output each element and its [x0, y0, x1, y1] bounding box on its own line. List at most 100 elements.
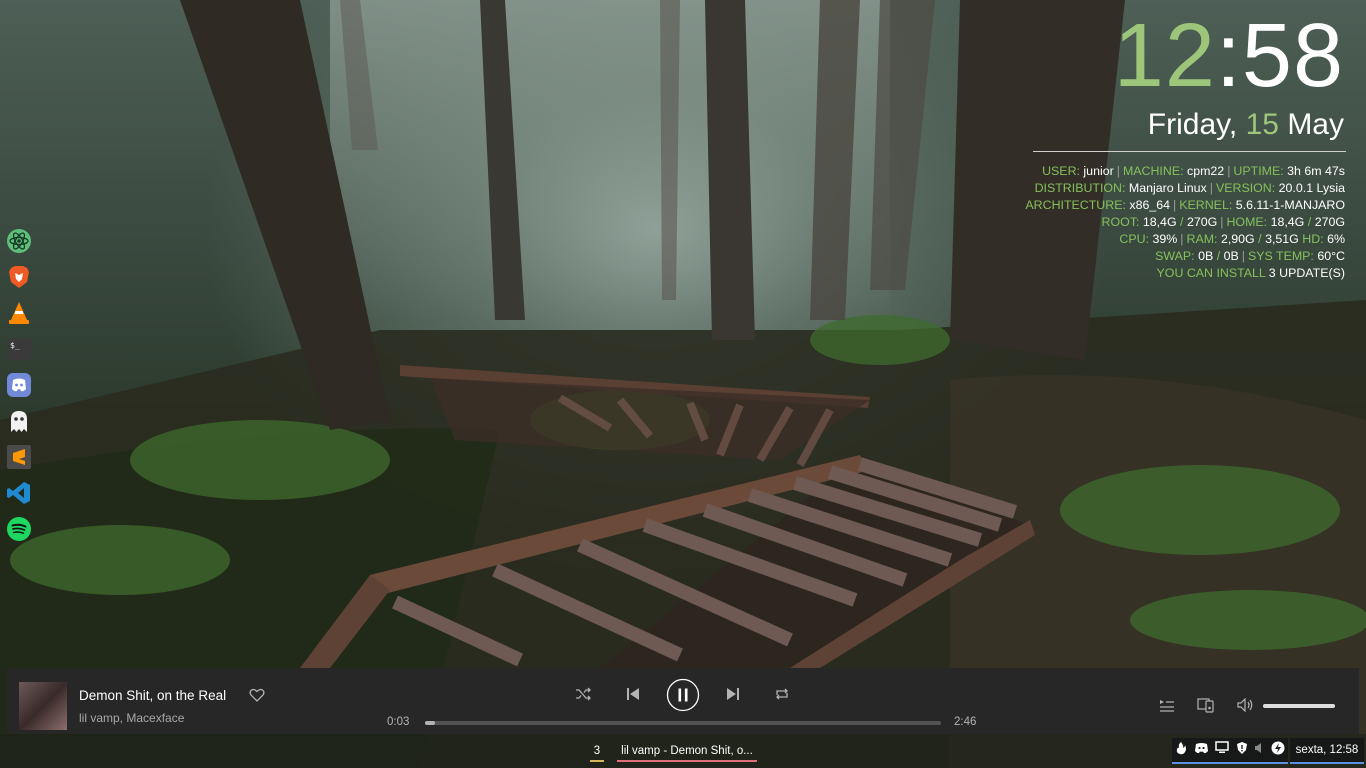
swap-total: 0B	[1223, 249, 1239, 263]
sysinfo-line-distribution: DISTRIBUTION: Manjaro Linux | VERSION: 20.…	[1025, 180, 1345, 197]
power-icon[interactable]	[1271, 741, 1285, 760]
cpu-label: CPU:	[1119, 232, 1150, 246]
queue-icon[interactable]	[1159, 698, 1175, 717]
version-value: 20.0.1 Lysia	[1278, 181, 1345, 195]
shield-icon[interactable]	[1236, 741, 1248, 760]
temp-label: SYS TEMP:	[1247, 249, 1314, 263]
cpu-value: 39%	[1152, 232, 1178, 246]
discord-icon[interactable]	[1194, 741, 1209, 759]
ram-label: RAM:	[1186, 232, 1218, 246]
taskbar-window-spotify[interactable]: lil vamp - Demon Shit, o...	[617, 745, 757, 762]
devices-icon[interactable]	[1197, 697, 1215, 718]
date-month: May	[1287, 108, 1344, 141]
machine-value: cpm22	[1187, 164, 1225, 178]
album-cover[interactable]	[19, 682, 67, 730]
svg-text:$_: $_	[10, 341, 20, 350]
sublime-text-icon[interactable]	[6, 444, 32, 470]
spotify-icon[interactable]	[6, 516, 32, 542]
volume-icon[interactable]	[1237, 697, 1255, 717]
conky-divider	[1033, 151, 1346, 152]
uptime-value: 3h 6m 47s	[1287, 164, 1345, 178]
kernel-value: 5.6.11-1-MANJARO	[1235, 198, 1345, 212]
distribution-label: DISTRIBUTION:	[1034, 181, 1126, 195]
architecture-value: x86_64	[1129, 198, 1171, 212]
user-value: junior	[1083, 164, 1114, 178]
version-label: VERSION:	[1215, 181, 1276, 195]
slash: /	[1216, 249, 1221, 263]
home-label: HOME:	[1226, 215, 1268, 229]
slash: /	[1307, 215, 1312, 229]
root-total: 270G	[1186, 215, 1218, 229]
uptime-label: UPTIME:	[1233, 164, 1284, 178]
updates-value: 3 UPDATE(S)	[1268, 266, 1345, 280]
brave-icon[interactable]	[6, 264, 32, 290]
track-duration: 2:46	[954, 716, 977, 728]
slash: /	[1258, 232, 1262, 246]
track-artist[interactable]: lil vamp, Macexface	[79, 711, 184, 725]
previous-icon[interactable]	[626, 687, 640, 706]
ram-used: 2,90G	[1220, 232, 1255, 246]
volume-icon[interactable]	[1254, 741, 1264, 759]
hd-label: HD:	[1302, 232, 1324, 246]
root-used: 18,4G	[1142, 215, 1177, 229]
pause-button[interactable]	[666, 678, 700, 717]
flame-icon[interactable]	[1175, 741, 1187, 760]
clock-minutes: 58	[1241, 6, 1344, 106]
swap-used: 0B	[1198, 249, 1214, 263]
user-label: USER:	[1042, 164, 1080, 178]
sysinfo-line-cpu: CPU: 39% | RAM: 2,90G / 3,51G HD: 6%	[1025, 231, 1345, 248]
next-icon[interactable]	[726, 687, 740, 706]
pipe: |	[1209, 181, 1213, 195]
system-tray	[1172, 738, 1288, 764]
distribution-value: Manjaro Linux	[1128, 181, 1207, 195]
swap-label: SWAP:	[1155, 249, 1195, 263]
workspace-indicator[interactable]: 3	[590, 745, 604, 762]
date-weekday: Friday,	[1147, 108, 1238, 141]
shuffle-icon[interactable]	[575, 686, 591, 707]
taskbar-clock[interactable]: sexta, 12:58	[1290, 738, 1364, 764]
architecture-label: ARCHITECTURE:	[1025, 198, 1126, 212]
date-day: 15	[1245, 108, 1279, 141]
volume-slider[interactable]	[1263, 704, 1335, 708]
atom-icon[interactable]	[6, 228, 32, 254]
conky-sysinfo: USER: junior | MACHINE: cpm22 | UPTIME: 3h 6…	[1025, 163, 1345, 282]
repeat-icon[interactable]	[774, 686, 790, 707]
updates-label: YOU CAN INSTALL	[1156, 266, 1266, 280]
progress-bar[interactable]	[425, 721, 941, 725]
sysinfo-line-disk: ROOT: 18,4G / 270G | HOME: 18,4G / 270G	[1025, 214, 1346, 231]
clock-colon: :	[1215, 6, 1242, 106]
app-dock: $_	[6, 228, 34, 552]
elapsed-time: 0:03	[387, 716, 410, 728]
ghost-icon[interactable]	[6, 408, 32, 434]
volume-fill	[1263, 704, 1335, 708]
sysinfo-line-user: USER: junior | MACHINE: cpm22 | UPTIME: 3h 6…	[1025, 163, 1345, 180]
pipe: |	[1173, 198, 1177, 212]
pipe: |	[1241, 249, 1245, 263]
monitor-icon[interactable]	[1215, 741, 1229, 759]
slash: /	[1180, 215, 1184, 229]
progress-fill	[425, 721, 436, 725]
pipe: |	[1180, 232, 1184, 246]
root-label: ROOT:	[1101, 215, 1140, 229]
pipe: |	[1116, 164, 1120, 178]
sysinfo-line-updates: YOU CAN INSTALL 3 UPDATE(S)	[1025, 265, 1345, 282]
desktop-clock: 12:58	[1114, 8, 1344, 104]
sysinfo-line-architecture: ARCHITECTURE: x86_64 | KERNEL: 5.6.11-1-MA…	[1025, 197, 1345, 214]
machine-label: MACHINE:	[1122, 164, 1184, 178]
heart-icon[interactable]	[249, 687, 265, 708]
vlc-icon[interactable]	[6, 300, 32, 326]
discord-icon[interactable]	[6, 372, 32, 398]
sysinfo-line-swap: SWAP: 0B / 0B | SYS TEMP: 60°C	[1025, 248, 1345, 265]
music-player-bar: Demon Shit, on the Real lil vamp, Macexf…	[7, 668, 1359, 734]
home-total: 270G	[1314, 215, 1345, 229]
ram-total: 3,51G	[1265, 232, 1299, 246]
hd-value: 6%	[1327, 232, 1345, 246]
temp-value: 60°C	[1317, 249, 1345, 263]
clock-hours: 12	[1113, 6, 1216, 106]
terminal-icon[interactable]: $_	[6, 336, 32, 362]
home-used: 18,4G	[1270, 215, 1305, 229]
kernel-label: KERNEL:	[1179, 198, 1233, 212]
vscode-icon[interactable]	[6, 480, 32, 506]
track-title[interactable]: Demon Shit, on the Real	[79, 688, 226, 703]
desktop-date: Friday, 15 May	[1148, 108, 1344, 142]
